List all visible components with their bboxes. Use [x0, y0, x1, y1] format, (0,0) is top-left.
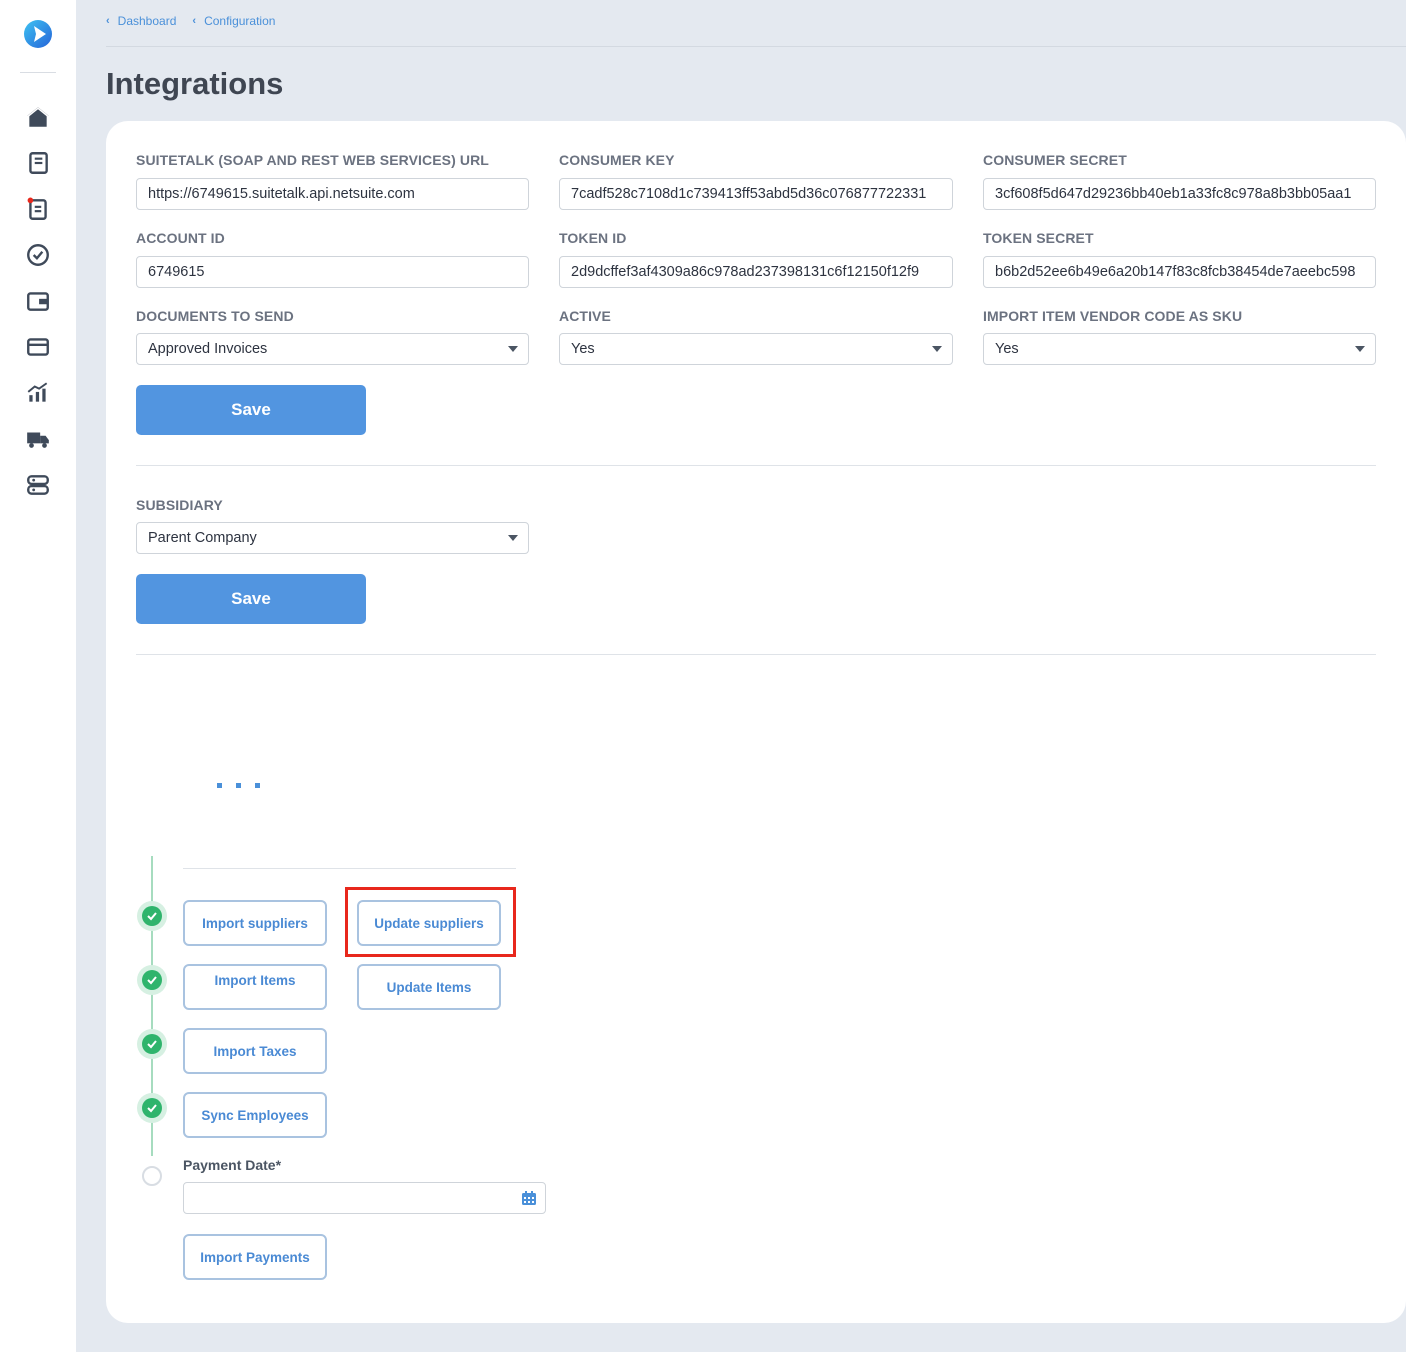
save-credentials-button[interactable]: Save [136, 385, 366, 435]
step-complete-icon [137, 965, 167, 995]
consumer-key-input[interactable]: 7cadf528c7108d1c739413ff53abd5d36c076877… [559, 178, 953, 210]
suitetalk-url-label: SUITETALK (SOAP AND REST WEB SERVICES) U… [136, 152, 489, 168]
payment-date-input[interactable] [183, 1182, 546, 1214]
active-select[interactable]: Yes [559, 333, 953, 365]
chevron-left-icon: ‹ [192, 15, 197, 27]
subsidiary-value: Parent Company [148, 530, 257, 546]
card-icon[interactable] [24, 333, 52, 361]
subsidiary-select[interactable]: Parent Company [136, 522, 529, 554]
consumer-secret-input[interactable]: 3cf608f5d647d29236bb40eb1a33fc8c978a8b3b… [983, 178, 1376, 210]
import-payments-button[interactable]: Import Payments [183, 1234, 327, 1280]
token-secret-label: TOKEN SECRET [983, 230, 1094, 246]
consumer-secret-label: CONSUMER SECRET [983, 152, 1127, 168]
payment-date-label: Payment Date* [183, 1157, 282, 1173]
subsidiary-label: SUBSIDIARY [136, 497, 223, 513]
account-id-input[interactable]: 6749615 [136, 256, 529, 288]
truck-icon[interactable] [24, 425, 52, 453]
page-title: Integrations [106, 66, 284, 101]
sidebar-divider [20, 72, 56, 73]
highlight-annotation [345, 887, 516, 957]
breadcrumb-label[interactable]: Dashboard [118, 14, 177, 28]
receipt-icon[interactable] [24, 149, 52, 177]
chart-icon[interactable] [24, 379, 52, 407]
import-vendor-code-select[interactable]: Yes [983, 333, 1376, 365]
documents-to-send-value: Approved Invoices [148, 341, 268, 357]
caret-down-icon [508, 346, 518, 352]
caret-down-icon [1355, 346, 1365, 352]
step-complete-icon [137, 1029, 167, 1059]
import-taxes-button[interactable]: Import Taxes [183, 1028, 327, 1074]
wallet-icon[interactable] [24, 287, 52, 315]
token-secret-input[interactable]: b6b2d52ee6b49e6a20b147f83c8fcb38454de7ae… [983, 256, 1376, 288]
loading-dot [217, 783, 222, 788]
documents-to-send-label: DOCUMENTS TO SEND [136, 308, 294, 324]
token-id-label: TOKEN ID [559, 230, 627, 246]
breadcrumb: ‹ Dashboard ‹ Configuration [106, 14, 275, 28]
breadcrumb-label[interactable]: Configuration [204, 14, 275, 28]
check-circle-icon[interactable] [24, 241, 52, 269]
import-vendor-code-value: Yes [995, 341, 1019, 357]
document-alert-icon[interactable] [24, 195, 52, 223]
step-complete-icon [137, 1093, 167, 1123]
caret-down-icon [932, 346, 942, 352]
section-divider [136, 654, 1376, 655]
import-items-button[interactable]: Import Items [183, 964, 327, 1010]
import-vendor-code-label: IMPORT ITEM VENDOR CODE AS SKU [983, 308, 1243, 324]
loading-dot [236, 783, 241, 788]
breadcrumb-configuration[interactable]: ‹ Configuration [192, 14, 275, 28]
step-pending-icon [142, 1166, 162, 1186]
import-suppliers-button[interactable]: Import suppliers [183, 900, 327, 946]
sync-employees-button[interactable]: Sync Employees [183, 1092, 327, 1138]
account-id-label: ACCOUNT ID [136, 230, 225, 246]
app-logo-icon[interactable] [22, 18, 54, 50]
loading-dot [255, 783, 260, 788]
suitetalk-url-input[interactable]: https://6749615.suitetalk.api.netsuite.c… [136, 178, 529, 210]
home-icon[interactable] [24, 103, 52, 131]
token-id-input[interactable]: 2d9dcffef3af4309a86c978ad237398131c6f121… [559, 256, 953, 288]
breadcrumb-dashboard[interactable]: ‹ Dashboard [106, 14, 176, 28]
integration-card [106, 121, 1406, 1323]
consumer-key-label: CONSUMER KEY [559, 152, 675, 168]
documents-to-send-select[interactable]: Approved Invoices [136, 333, 529, 365]
section-divider [136, 465, 1376, 466]
step-complete-icon [137, 901, 167, 931]
loading-indicator [217, 783, 260, 788]
chevron-left-icon: ‹ [106, 15, 110, 27]
steps-divider [183, 868, 516, 869]
active-label: ACTIVE [559, 308, 611, 324]
update-items-button[interactable]: Update Items [357, 964, 501, 1010]
sidebar [0, 0, 76, 1352]
calendar-icon[interactable] [521, 1190, 537, 1206]
active-value: Yes [571, 341, 595, 357]
save-subsidiary-button[interactable]: Save [136, 574, 366, 624]
server-icon[interactable] [24, 471, 52, 499]
caret-down-icon [508, 535, 518, 541]
header-divider [106, 46, 1406, 47]
